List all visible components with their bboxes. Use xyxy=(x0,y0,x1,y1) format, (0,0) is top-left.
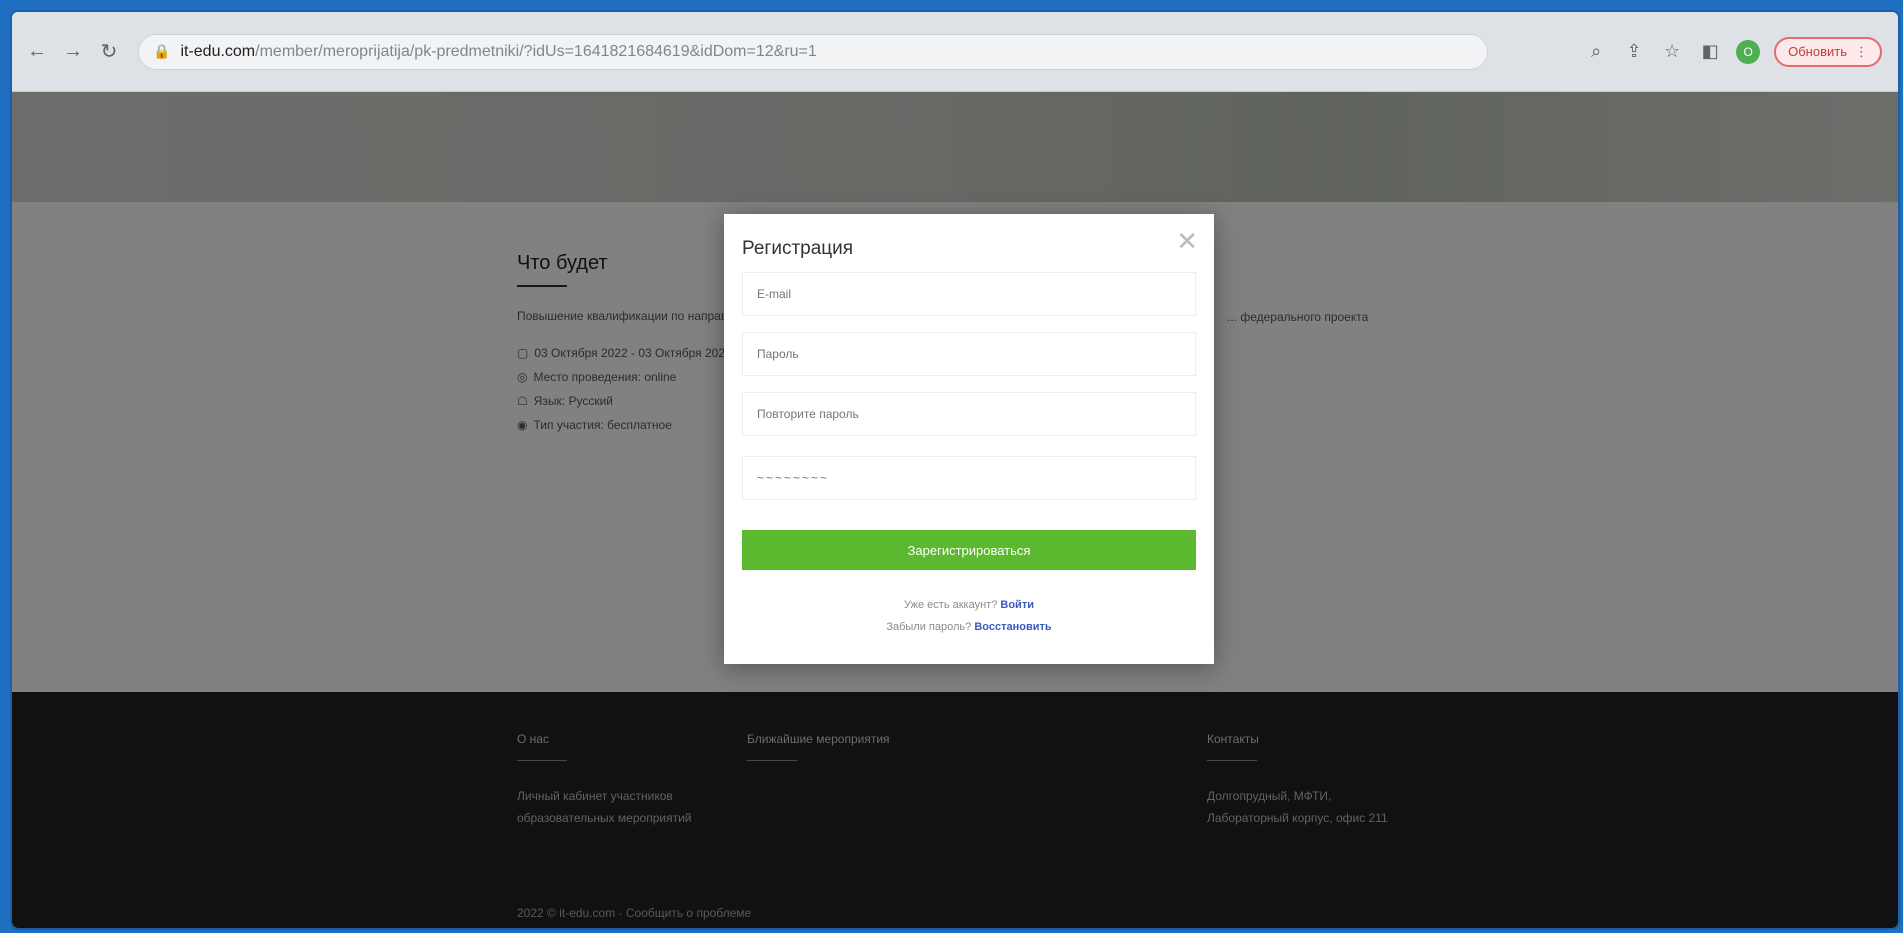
address-bar[interactable]: 🔒 it-edu.com /member/meroprijatija/pk-pr… xyxy=(138,33,1488,70)
browser-tools: ⌕ ⇪ ☆ ◧ O Обновить ⋮ xyxy=(1584,36,1898,67)
forward-icon[interactable]: → xyxy=(58,37,88,67)
update-button[interactable]: Обновить ⋮ xyxy=(1774,36,1882,67)
profile-avatar[interactable]: O xyxy=(1736,39,1761,64)
back-icon[interactable]: ← xyxy=(22,37,52,67)
update-label: Обновить xyxy=(1788,44,1847,59)
have-account-text: Уже есть аккаунт? xyxy=(904,599,998,611)
captcha-field[interactable] xyxy=(742,456,1196,500)
modal-title: Регистрация xyxy=(742,238,854,259)
zoom-icon[interactable]: ⌕ xyxy=(1584,41,1608,62)
registration-modal: Регистрация ✕ Зарегистрироваться Уже ест… xyxy=(724,214,1214,664)
register-button[interactable]: Зарегистрироваться xyxy=(742,530,1196,570)
forgot-password-text: Забыли пароль? xyxy=(886,621,972,633)
modal-links: Уже есть аккаунт? Войти Забыли пароль? В… xyxy=(724,594,1214,638)
restore-row: Забыли пароль? Восстановить xyxy=(724,616,1214,638)
browser-window: ← → ↻ 🔒 it-edu.com /member/meroprijatija… xyxy=(10,10,1900,930)
reload-icon[interactable]: ↻ xyxy=(94,37,124,67)
bookmark-star-icon[interactable]: ☆ xyxy=(1660,41,1684,62)
close-icon[interactable]: ✕ xyxy=(1176,228,1198,254)
share-icon[interactable]: ⇪ xyxy=(1622,41,1646,62)
restore-link[interactable]: Восстановить xyxy=(974,621,1051,633)
login-row: Уже есть аккаунт? Войти xyxy=(724,594,1214,616)
password-field[interactable] xyxy=(742,332,1196,376)
lock-icon: 🔒 xyxy=(153,43,171,59)
url-path: /member/meroprijatija/pk-predmetniki/?id… xyxy=(255,42,817,60)
browser-toolbar: ← → ↻ 🔒 it-edu.com /member/meroprijatija… xyxy=(12,12,1898,92)
side-panel-icon[interactable]: ◧ xyxy=(1698,41,1722,62)
repeat-password-field[interactable] xyxy=(742,392,1196,436)
more-icon: ⋮ xyxy=(1855,43,1868,59)
url-domain: it-edu.com xyxy=(180,42,256,60)
email-field[interactable] xyxy=(742,272,1196,316)
login-link[interactable]: Войти xyxy=(1000,599,1034,611)
